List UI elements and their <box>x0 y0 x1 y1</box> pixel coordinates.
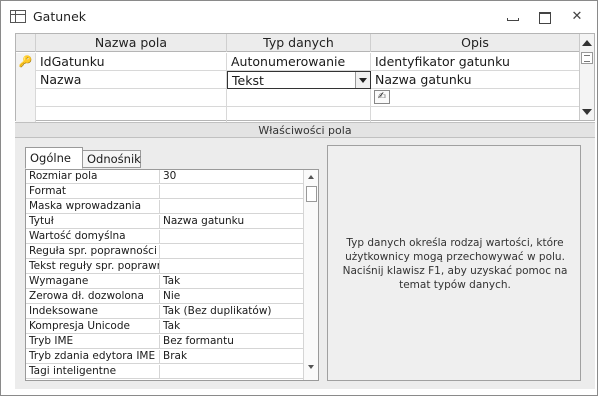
property-value[interactable]: Tak <box>160 320 303 334</box>
property-name: Tryb zdania edytora IME <box>26 350 160 364</box>
header-description: Opis <box>461 35 489 50</box>
tab-lookup[interactable]: Odnośnik <box>83 150 141 168</box>
property-value[interactable]: Bez formantu <box>160 335 303 349</box>
field-row[interactable]: Nazwa Tekst Nazwa gatunku <box>16 71 579 89</box>
field-row[interactable] <box>16 107 579 125</box>
description-cell[interactable]: ✍ <box>371 89 579 107</box>
property-row[interactable]: Format <box>26 185 303 199</box>
field-name-cell[interactable]: Nazwa <box>36 71 227 89</box>
property-value[interactable]: Tak <box>160 275 303 289</box>
property-row[interactable]: Wymagane Tak <box>26 275 303 289</box>
field-grid: Nazwa pola Typ danych Opis 🔑 IdGatunku A… <box>15 33 595 125</box>
property-row[interactable]: Tagi inteligentne <box>26 365 303 379</box>
grid-scrollbar[interactable] <box>579 34 594 120</box>
description-cell[interactable]: Nazwa gatunku <box>371 71 579 89</box>
data-type-select[interactable]: Tekst <box>227 71 371 89</box>
window-title: Gatunek <box>33 9 87 24</box>
property-value[interactable] <box>160 185 303 199</box>
tab-general[interactable]: Ogólne <box>25 147 83 169</box>
data-type-value: Tekst <box>232 73 264 88</box>
property-row[interactable]: Tytuł Nazwa gatunku <box>26 215 303 229</box>
property-name: Rozmiar pola <box>26 170 160 184</box>
primary-key-icon: 🔑 <box>16 53 36 71</box>
help-panel: Typ danych określa rodzaj wartości, któr… <box>327 145 581 381</box>
property-value[interactable] <box>160 365 303 379</box>
scroll-thumb[interactable] <box>306 186 317 202</box>
field-name-cell[interactable]: IdGatunku <box>36 53 227 71</box>
title-bar: Gatunek ✕ <box>1 1 597 33</box>
scroll-down-icon[interactable] <box>581 106 593 118</box>
row-selector[interactable] <box>16 71 36 89</box>
property-name: Tagi inteligentne <box>26 365 160 379</box>
scroll-up-icon[interactable] <box>581 37 593 49</box>
close-icon[interactable]: ✕ <box>568 9 586 25</box>
grid-header: Nazwa pola Typ danych Opis <box>16 34 579 52</box>
property-name: Indeksowane <box>26 305 160 319</box>
property-name: Zerowa dł. dozwolona <box>26 290 160 304</box>
property-value[interactable] <box>160 245 303 259</box>
property-row[interactable]: Tryb IME Bez formantu <box>26 335 303 349</box>
property-name: Wartość domyślna <box>26 230 160 244</box>
property-name: Tekst reguły spr. poprawności <box>26 260 160 274</box>
property-value[interactable]: Nazwa gatunku <box>160 215 303 229</box>
help-text: Typ danych określa rodzaj wartości, któr… <box>342 237 568 291</box>
data-type-cell[interactable]: Autonumerowanie <box>227 53 371 71</box>
property-name: Tytuł <box>26 215 160 229</box>
property-scrollbar[interactable] <box>303 170 318 380</box>
property-name: Wymagane <box>26 275 160 289</box>
section-title: Właściwości pola <box>15 122 595 138</box>
property-value[interactable]: Tak (Bez duplikatów) <box>160 305 303 319</box>
property-value[interactable]: Nie <box>160 290 303 304</box>
header-selector <box>16 34 36 52</box>
field-properties-panel: Ogólne Odnośnik Rozmiar pola 30 Format Ma… <box>15 138 595 389</box>
builder-icon[interactable]: ✍ <box>374 90 390 104</box>
property-row[interactable]: Wartość domyślna <box>26 230 303 244</box>
property-row[interactable]: Zerowa dł. dozwolona Nie <box>26 290 303 304</box>
property-row[interactable]: Kompresja Unicode Tak <box>26 320 303 334</box>
chevron-down-icon[interactable] <box>355 72 370 88</box>
minimize-icon[interactable] <box>503 9 521 25</box>
property-row[interactable]: Tryb zdania edytora IME Brak <box>26 350 303 364</box>
header-data-type: Typ danych <box>227 34 371 52</box>
property-value[interactable] <box>160 260 303 274</box>
property-name: Tryb IME <box>26 335 160 349</box>
restore-icon[interactable] <box>536 9 554 25</box>
property-value[interactable] <box>160 200 303 214</box>
field-row[interactable]: 🔑 IdGatunku Autonumerowanie Identyfikato… <box>16 53 579 71</box>
field-row[interactable]: ✍ <box>16 89 579 107</box>
property-value[interactable]: 30 <box>160 170 303 184</box>
property-value[interactable]: Brak <box>160 350 303 364</box>
property-row[interactable]: Reguła spr. poprawności <box>26 245 303 259</box>
property-row[interactable]: Indeksowane Tak (Bez duplikatów) <box>26 305 303 319</box>
header-field-name: Nazwa pola <box>36 34 227 52</box>
property-sheet: Rozmiar pola 30 Format Maska wprowadzania… <box>25 169 319 381</box>
table-design-window: Gatunek ✕ Nazwa pola Typ danych Opis 🔑 I… <box>0 0 598 396</box>
property-row[interactable]: Tekst reguły spr. poprawności <box>26 260 303 274</box>
description-cell[interactable]: Identyfikator gatunku <box>371 53 579 71</box>
data-type-cell[interactable] <box>227 89 371 107</box>
property-name: Format <box>26 185 160 199</box>
property-name: Kompresja Unicode <box>26 320 160 334</box>
property-name: Reguła spr. poprawności <box>26 245 160 259</box>
table-icon <box>10 10 26 23</box>
property-row[interactable]: Rozmiar pola 30 <box>26 170 303 184</box>
property-value[interactable] <box>160 230 303 244</box>
property-row[interactable]: Maska wprowadzania <box>26 200 303 214</box>
row-selector[interactable] <box>16 89 36 107</box>
property-name: Maska wprowadzania <box>26 200 160 214</box>
field-name-cell[interactable] <box>36 89 227 107</box>
scroll-thumb[interactable] <box>581 52 593 64</box>
